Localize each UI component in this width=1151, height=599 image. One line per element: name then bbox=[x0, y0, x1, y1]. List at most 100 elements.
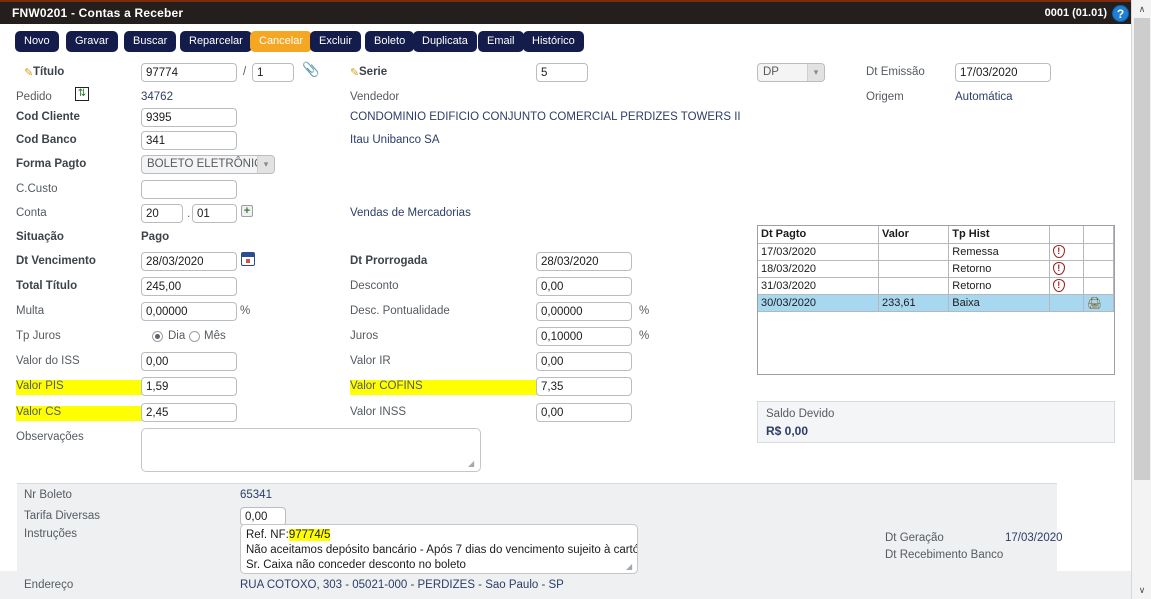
tp-juros-radio-mes[interactable] bbox=[189, 331, 200, 342]
valor-ir-input[interactable] bbox=[536, 352, 632, 371]
desconto-input[interactable] bbox=[536, 277, 632, 296]
conta-label: Conta bbox=[16, 207, 47, 219]
duplicata-button[interactable]: Duplicata bbox=[413, 31, 477, 52]
cell-dt-pagto: 17/03/2020 bbox=[758, 243, 879, 260]
valor-inss-input[interactable] bbox=[536, 403, 632, 422]
dt-prorrogada-input[interactable] bbox=[536, 252, 632, 271]
gravar-button[interactable]: Gravar bbox=[66, 31, 118, 52]
desc-pontualidade-input[interactable] bbox=[536, 302, 632, 321]
historico-button[interactable]: Histórico bbox=[523, 31, 584, 52]
instrucoes-textarea[interactable]: Ref. NF:97774/5 Não aceitamos depósito b… bbox=[240, 524, 638, 574]
cell-print[interactable]: 🖨 bbox=[1083, 294, 1113, 311]
tipo-documento-select[interactable]: DP ▾ bbox=[757, 63, 825, 82]
cancelar-button[interactable]: Cancelar bbox=[250, 31, 312, 52]
tp-juros-radio-dia[interactable] bbox=[152, 331, 163, 342]
window-version: 0001 (01.01) bbox=[1045, 7, 1107, 19]
cell-valor bbox=[879, 277, 949, 294]
cell-alert[interactable]: ! bbox=[1049, 243, 1083, 260]
forma-pagto-select[interactable]: BOLETO ELETRÔNICO ▾ bbox=[141, 155, 275, 174]
valor-cofins-label: Valor COFINS bbox=[350, 380, 423, 392]
valor-pis-input[interactable] bbox=[141, 377, 237, 396]
saldo-devido-value: R$ 0,00 bbox=[766, 424, 808, 438]
cell-print bbox=[1083, 260, 1113, 277]
juros-percent-label: % bbox=[639, 330, 649, 342]
table-row[interactable]: 17/03/2020 Remessa ! bbox=[758, 243, 1114, 260]
multa-input[interactable] bbox=[141, 302, 237, 321]
cod-banco-label: Cod Banco bbox=[16, 134, 77, 146]
instrucoes-line-1: Ref. NF:97774/5 bbox=[246, 528, 632, 543]
col-dt-pagto[interactable]: Dt Pagto bbox=[758, 226, 879, 243]
novo-button[interactable]: Novo bbox=[15, 31, 59, 52]
table-row[interactable]: 18/03/2020 Retorno ! bbox=[758, 260, 1114, 277]
boleto-button[interactable]: Boleto bbox=[365, 31, 414, 52]
textarea-resize-grip[interactable]: ◢ bbox=[468, 459, 474, 468]
desc-pontualidade-label: Desc. Pontualidade bbox=[350, 305, 450, 317]
chevron-down-icon[interactable]: ▾ bbox=[257, 156, 274, 173]
reparcelar-button[interactable]: Reparcelar bbox=[180, 31, 252, 52]
valor-inss-label: Valor INSS bbox=[350, 406, 406, 418]
instrucoes-label: Instruções bbox=[24, 528, 77, 540]
ccusto-input[interactable] bbox=[141, 180, 237, 199]
help-icon[interactable]: ? bbox=[1112, 5, 1129, 22]
cell-dt-pagto: 30/03/2020 bbox=[758, 294, 879, 311]
chevron-down-icon-tipo[interactable]: ▾ bbox=[807, 64, 824, 81]
excluir-button[interactable]: Excluir bbox=[310, 31, 361, 52]
dt-emissao-input[interactable] bbox=[955, 63, 1051, 82]
total-titulo-input[interactable] bbox=[141, 277, 237, 296]
cod-cliente-label: Cod Cliente bbox=[16, 111, 80, 123]
scrollbar-thumb[interactable] bbox=[1134, 18, 1150, 480]
cell-alert[interactable]: ! bbox=[1049, 277, 1083, 294]
col-tp-hist[interactable]: Tp Hist bbox=[949, 226, 1049, 243]
scroll-down-arrow-icon[interactable]: ∨ bbox=[1132, 581, 1151, 599]
situacao-label: Situação bbox=[16, 231, 64, 243]
col-print bbox=[1083, 226, 1113, 243]
valor-cs-input[interactable] bbox=[141, 403, 237, 422]
payments-table-body: 17/03/2020 Remessa ! 18/03/2020 Retorno … bbox=[758, 243, 1114, 311]
titulo-parcela-input[interactable] bbox=[252, 63, 294, 82]
valor-iss-input[interactable] bbox=[141, 352, 237, 371]
origem-value: Automática bbox=[955, 91, 1013, 103]
conta-input-1[interactable] bbox=[141, 204, 183, 223]
saldo-devido-label: Saldo Devido bbox=[766, 408, 834, 420]
title-bar: FNW0201 - Contas a Receber 0001 (01.01) … bbox=[0, 0, 1151, 24]
dt-vencimento-input[interactable] bbox=[141, 252, 237, 271]
conta-input-2[interactable] bbox=[192, 204, 237, 223]
nr-boleto-value: 65341 bbox=[240, 489, 272, 501]
calendar-icon[interactable] bbox=[241, 252, 255, 266]
titulo-input[interactable] bbox=[141, 63, 237, 82]
pedido-label: Pedido bbox=[16, 91, 52, 103]
dt-prorrogada-label: Dt Prorrogada bbox=[350, 255, 427, 267]
cod-cliente-input[interactable] bbox=[141, 108, 237, 127]
cell-tp-hist: Baixa bbox=[949, 294, 1049, 311]
nr-boleto-label: Nr Boleto bbox=[24, 489, 72, 501]
table-row[interactable]: 31/03/2020 Retorno ! bbox=[758, 277, 1114, 294]
alert-icon: ! bbox=[1053, 279, 1065, 292]
boleto-section-footer bbox=[0, 571, 1131, 599]
col-alert bbox=[1049, 226, 1083, 243]
pedido-link-icon[interactable]: ⇅ bbox=[75, 87, 89, 101]
add-conta-icon[interactable]: + bbox=[241, 205, 253, 217]
multa-percent-label: % bbox=[240, 305, 250, 317]
juros-input[interactable] bbox=[536, 327, 632, 346]
scroll-up-arrow-icon[interactable]: ∧ bbox=[1132, 0, 1151, 18]
instrucoes-ref-highlight: 97774/5 bbox=[289, 529, 331, 541]
table-row-selected[interactable]: 30/03/2020 233,61 Baixa 🖨 bbox=[758, 294, 1114, 311]
vertical-scrollbar[interactable]: ∧ ∨ bbox=[1131, 0, 1151, 599]
cod-banco-input[interactable] bbox=[141, 131, 237, 150]
cell-alert[interactable]: ! bbox=[1049, 260, 1083, 277]
observacoes-textarea[interactable] bbox=[141, 428, 481, 472]
cell-tp-hist: Retorno bbox=[949, 277, 1049, 294]
buscar-button[interactable]: Buscar bbox=[124, 31, 176, 52]
dt-geracao-label: Dt Geração bbox=[885, 532, 944, 544]
valor-cofins-input[interactable] bbox=[536, 377, 632, 396]
printer-icon[interactable]: 🖨 bbox=[1087, 296, 1102, 310]
multa-label: Multa bbox=[16, 305, 44, 317]
email-button[interactable]: Email bbox=[478, 31, 524, 52]
cell-valor: 233,61 bbox=[879, 294, 949, 311]
paperclip-icon[interactable]: 📎 bbox=[302, 61, 319, 78]
instrucoes-resize-grip[interactable]: ◢ bbox=[626, 562, 632, 571]
payments-grid[interactable]: Dt Pagto Valor Tp Hist 17/03/2020 Remess… bbox=[757, 225, 1115, 375]
col-valor[interactable]: Valor bbox=[879, 226, 949, 243]
valor-iss-label: Valor do ISS bbox=[16, 355, 80, 367]
serie-input[interactable] bbox=[536, 63, 588, 82]
